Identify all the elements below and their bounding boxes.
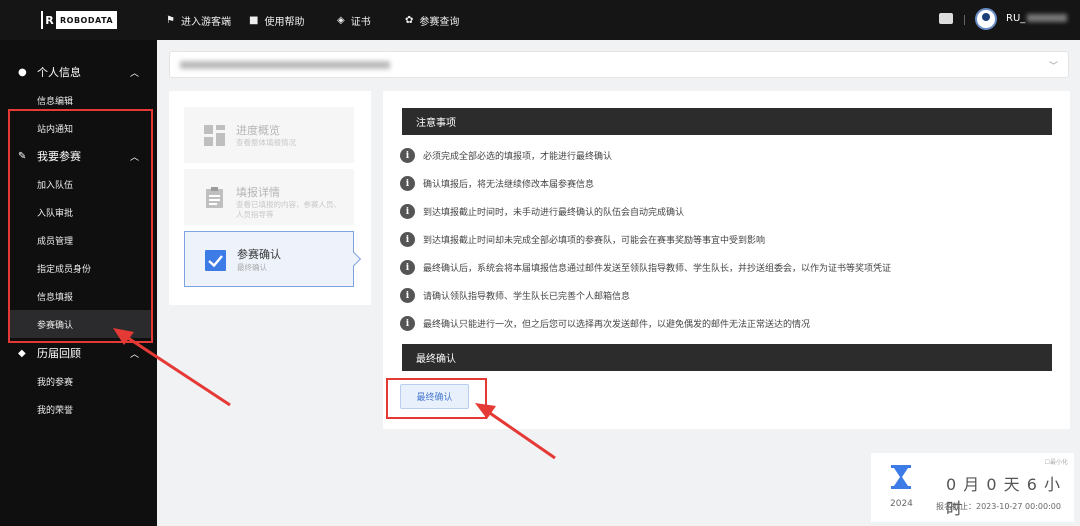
steps-panel: 进度概览 查看整体填报情况 填报详情 查看已填报的内容，参赛人员、人员指导等 参…: [169, 91, 371, 305]
gear-icon: ✿: [405, 15, 414, 26]
avatar[interactable]: [975, 8, 997, 30]
nav-certificate-label: 证书: [350, 17, 371, 28]
step-title: 填报详情: [236, 186, 280, 199]
notice-text: 到达填报截止时间时，未手动进行最终确认的队伍会自动完成确认: [423, 208, 685, 218]
sidebar-group-label: 历届回顾: [37, 347, 81, 360]
chevron-up-icon: ︿: [129, 68, 139, 79]
notice-text: 到达填报截止时间却未完成全部必填项的参赛队，可能会在赛事奖励等事宜中受到影响: [423, 236, 766, 246]
username-text: RU_: [1006, 13, 1026, 24]
nav-certificate[interactable]: ◈ 证书: [337, 13, 371, 28]
step-title: 进度概览: [236, 124, 280, 137]
notice-text: 请确认领队指导教师、学生队长已完善个人邮箱信息: [423, 292, 631, 302]
notice-title: 注意事项: [416, 118, 456, 129]
sidebar-item-my-entries[interactable]: 我的参赛: [37, 375, 73, 388]
step-details[interactable]: 填报详情 查看已填报的内容，参赛人员、人员指导等: [184, 169, 354, 225]
notice-item: i 最终确认只能进行一次，但之后您可以选择再次发送邮件，以避免偶发的邮件无法正常送…: [400, 316, 810, 331]
step-desc: 查看已填报的内容，参赛人员、人员指导等: [236, 200, 341, 219]
info-icon: i: [400, 260, 415, 275]
notice-header: 注意事项: [399, 108, 1052, 135]
logo[interactable]: R ROBODATA: [41, 11, 117, 29]
step-confirm[interactable]: 参赛确认 最终确认: [184, 231, 354, 287]
sidebar-group-personal[interactable]: ● 个人信息 ︿: [0, 58, 157, 86]
cube-icon: ◆: [18, 347, 26, 359]
grid-icon: [204, 125, 225, 146]
step-title: 参赛确认: [237, 248, 281, 261]
sidebar-item-info-edit[interactable]: 信息编辑: [37, 94, 73, 107]
top-bar: R ROBODATA ⚑ 进入游客端 ■ 使用帮助 ◈ 证书 ✿ 参赛查询 RU…: [0, 0, 1080, 40]
checkbox-icon: [205, 250, 226, 271]
diamond-icon: ◈: [337, 15, 345, 26]
nav-query[interactable]: ✿ 参赛查询: [405, 13, 459, 28]
notice-item: i 必须完成全部必选的填报项，才能进行最终确认: [400, 148, 612, 163]
info-icon: i: [400, 288, 415, 303]
hourglass-icon: [891, 465, 911, 489]
notice-item: i 最终确认后，系统会将本届填报信息通过邮件发送至领队指导教师、学生队长，并抄送组…: [400, 260, 891, 275]
notice-item: i 请确认领队指导教师、学生队长已完善个人邮箱信息: [400, 288, 630, 303]
notice-text: 必须完成全部必选的填报项，才能进行最终确认: [423, 152, 613, 162]
user-icon: ●: [18, 66, 27, 78]
notice-item: i 确认填报后，将无法继续修改本届参赛信息: [400, 176, 594, 191]
logo-text: ROBODATA: [60, 15, 114, 25]
info-icon: i: [400, 204, 415, 219]
redacted-text: [180, 61, 390, 69]
logo-mark: R: [43, 11, 56, 29]
final-title: 最终确认: [416, 354, 456, 365]
nav-help[interactable]: ■ 使用帮助: [249, 13, 304, 28]
countdown-year: 2024: [890, 499, 913, 509]
nav-query-label: 参赛查询: [419, 17, 460, 28]
username-redacted: [1027, 14, 1068, 22]
sidebar-group-history[interactable]: ◆ 历届回顾 ︿: [0, 339, 157, 367]
sidebar-group-label: 个人信息: [37, 66, 81, 79]
book-icon: ■: [249, 15, 259, 26]
final-header: 最终确认: [399, 344, 1052, 371]
step-overview[interactable]: 进度概览 查看整体填报情况: [184, 107, 354, 163]
clipboard-icon: [206, 187, 223, 208]
annotation-box-sidebar: [8, 109, 153, 343]
chevron-up-icon: ︿: [129, 349, 139, 360]
info-icon: i: [400, 148, 415, 163]
chat-icon[interactable]: [939, 13, 953, 24]
countdown-widget: ☐最小化 2024 0 月 0 天 6 小时 报名截止：2023-10-27 0…: [871, 453, 1074, 522]
username[interactable]: RU_: [1006, 13, 1068, 24]
minimize-link[interactable]: ☐最小化: [1045, 457, 1068, 466]
nav-help-label: 使用帮助: [264, 17, 305, 28]
notice-text: 最终确认后，系统会将本届填报信息通过邮件发送至领队指导教师、学生队长，并抄送组委…: [423, 264, 892, 274]
countdown-deadline: 报名截止：2023-10-27 00:00:00: [936, 502, 1061, 511]
step-desc: 查看整体填报情况: [236, 138, 296, 147]
flag-icon: ⚑: [166, 15, 175, 26]
notice-text: 确认填报后，将无法继续修改本届参赛信息: [423, 180, 595, 190]
nav-visitor-label: 进入游客端: [180, 17, 231, 28]
annotation-box-button: [386, 378, 487, 419]
competition-select[interactable]: ﹀: [169, 51, 1069, 78]
info-icon: i: [400, 316, 415, 331]
notice-text: 最终确认只能进行一次，但之后您可以选择再次发送邮件，以避免偶发的邮件无法正常送达…: [423, 320, 811, 330]
nav-visitor[interactable]: ⚑ 进入游客端: [166, 13, 231, 28]
notice-item: i 到达填报截止时间时，未手动进行最终确认的队伍会自动完成确认: [400, 204, 684, 219]
step-desc: 最终确认: [237, 263, 267, 272]
info-icon: i: [400, 176, 415, 191]
sidebar-item-my-honors[interactable]: 我的荣誉: [37, 403, 73, 416]
notice-item: i 到达填报截止时间却未完成全部必填项的参赛队，可能会在赛事奖励等事宜中受到影响: [400, 232, 765, 247]
chevron-down-icon: ﹀: [1048, 62, 1058, 72]
info-icon: i: [400, 232, 415, 247]
divider: [964, 15, 965, 25]
